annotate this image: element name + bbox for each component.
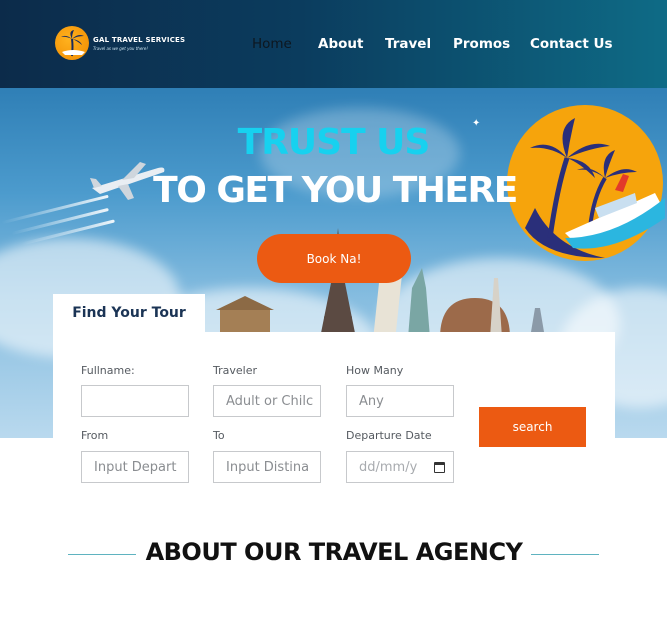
about-heading: ABOUT OUR TRAVEL AGENCY: [145, 538, 523, 566]
hero-title-line2: TO GET YOU THERE: [153, 170, 518, 211]
palm-tree-icon: [61, 30, 85, 57]
to-input[interactable]: Input Distina: [213, 451, 321, 483]
nav-about[interactable]: About: [318, 36, 363, 52]
fullname-input[interactable]: [81, 385, 189, 417]
departure-date-label: Departure Date: [346, 429, 432, 442]
from-label: From: [81, 429, 109, 442]
departure-date-placeholder: dd/mm/y: [359, 459, 418, 475]
jet-trail: [11, 207, 109, 236]
brand-logo[interactable]: GAL TRAVEL SERVICES Travel as we get you…: [55, 26, 185, 62]
fullname-label: Fullname:: [81, 364, 135, 377]
calendar-icon[interactable]: [434, 461, 445, 473]
site-header: GAL TRAVEL SERVICES Travel as we get you…: [0, 0, 667, 88]
traveler-label: Traveler: [213, 364, 257, 377]
nav-home[interactable]: Home: [252, 36, 292, 52]
search-button[interactable]: search: [479, 407, 586, 447]
from-input[interactable]: Input Depart: [81, 451, 189, 483]
brand-tagline: Travel as we get you there!: [93, 46, 148, 51]
hero-title-line1: TRUST US: [237, 122, 431, 163]
traveler-input[interactable]: Adult or Chilc: [213, 385, 321, 417]
nav-contact[interactable]: Contact Us: [530, 36, 613, 52]
book-now-button[interactable]: Book Na!: [257, 234, 411, 283]
nav-travel[interactable]: Travel: [385, 36, 431, 52]
brand-name: GAL TRAVEL SERVICES: [93, 36, 186, 44]
how-many-label: How Many: [346, 364, 404, 377]
departure-date-input[interactable]: dd/mm/y: [346, 451, 454, 483]
heading-divider-left: [68, 554, 136, 555]
how-many-input[interactable]: Any: [346, 385, 454, 417]
find-tour-tab[interactable]: Find Your Tour: [53, 294, 205, 332]
nav-promos[interactable]: Promos: [453, 36, 510, 52]
to-label: To: [213, 429, 225, 442]
heading-divider-right: [531, 554, 599, 555]
